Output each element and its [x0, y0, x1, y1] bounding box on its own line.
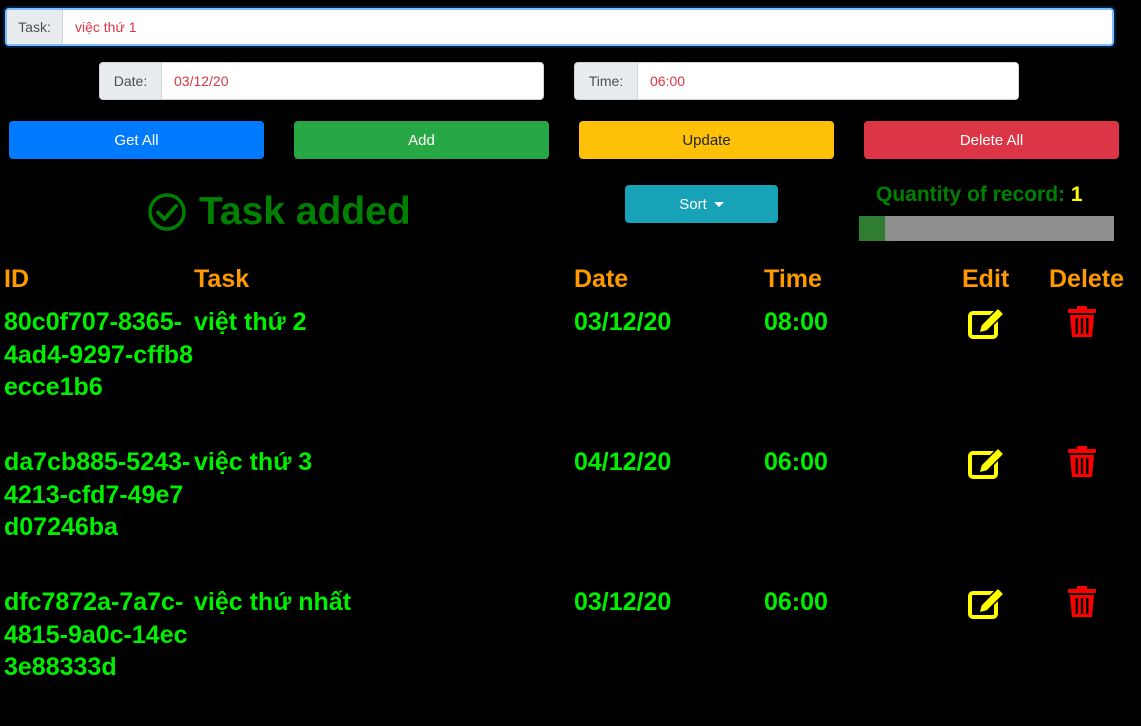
row-time: 08:00 — [764, 308, 828, 336]
row-task: việc thứ nhất — [194, 588, 352, 616]
quantity-progress-fill — [859, 216, 885, 241]
header-time: Time — [764, 265, 822, 293]
row-date: 03/12/20 — [574, 588, 672, 616]
row-task: việt thứ 2 — [194, 308, 307, 336]
header-delete: Delete — [1049, 265, 1125, 293]
date-label: Date: — [100, 63, 162, 99]
time-input[interactable] — [638, 63, 1018, 99]
trash-icon[interactable] — [1067, 446, 1097, 478]
row-id: da7cb885-5243-4213-cfd7-49e7d07246ba — [4, 448, 191, 541]
status-text: Task added — [199, 190, 411, 233]
row-date: 04/12/20 — [574, 448, 672, 476]
time-label: Time: — [575, 63, 638, 99]
edit-icon[interactable] — [967, 306, 1007, 340]
task-input[interactable] — [63, 10, 1112, 44]
time-input-group: Time: — [574, 62, 1019, 100]
quantity-progress-bar — [859, 216, 1114, 241]
trash-icon[interactable] — [1067, 306, 1097, 338]
caret-down-icon — [713, 201, 724, 207]
update-button[interactable]: Update — [579, 121, 834, 159]
quantity-of-record: Quantity of record: 1 — [876, 183, 1083, 207]
trash-icon[interactable] — [1067, 586, 1097, 618]
sort-label: Sort — [679, 195, 707, 213]
edit-icon[interactable] — [967, 446, 1007, 480]
table-row: dfc7872a-7a7c-4815-9a0c-14ec3e88333d việ… — [0, 586, 1141, 726]
header-edit: Edit — [962, 265, 1010, 293]
get-all-button[interactable]: Get All — [9, 121, 264, 159]
task-input-group: Task: — [5, 8, 1114, 46]
header-task: Task — [194, 265, 250, 293]
header-date: Date — [574, 265, 629, 293]
row-id: 80c0f707-8365-4ad4-9297-cffb8ecce1b6 — [4, 308, 193, 401]
quantity-label: Quantity of record: — [876, 183, 1066, 206]
row-time: 06:00 — [764, 588, 828, 616]
header-id: ID — [4, 265, 29, 293]
row-date: 03/12/20 — [574, 308, 672, 336]
table-row: da7cb885-5243-4213-cfd7-49e7d07246ba việ… — [0, 446, 1141, 586]
task-label: Task: — [7, 10, 63, 44]
row-task: việc thứ 3 — [194, 448, 313, 476]
date-input-group: Date: — [99, 62, 544, 100]
sort-button[interactable]: Sort — [625, 185, 778, 223]
table-row: 80c0f707-8365-4ad4-9297-cffb8ecce1b6 việ… — [0, 306, 1141, 446]
row-id: dfc7872a-7a7c-4815-9a0c-14ec3e88333d — [4, 588, 188, 681]
status-message: Task added — [147, 187, 411, 237]
date-input[interactable] — [162, 63, 543, 99]
add-button[interactable]: Add — [294, 121, 549, 159]
quantity-count: 1 — [1070, 183, 1083, 206]
delete-all-button[interactable]: Delete All — [864, 121, 1119, 159]
edit-icon[interactable] — [967, 586, 1007, 620]
check-circle-icon — [148, 193, 186, 231]
row-time: 06:00 — [764, 448, 828, 476]
